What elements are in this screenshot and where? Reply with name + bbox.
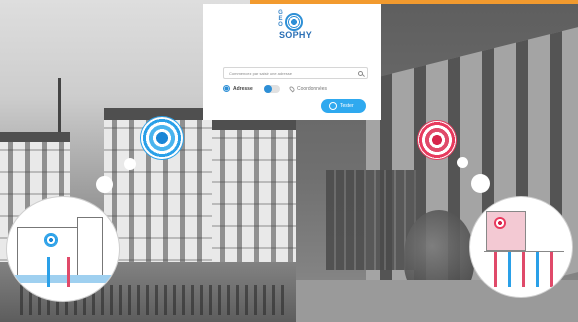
logo-wordmark: SOPHY [279,30,313,40]
building-sketch [486,211,526,251]
thought-bubble-dot [124,158,136,170]
thought-bubble-dot [471,174,490,193]
location-pin-icon [288,85,296,93]
thought-bubble-dot [457,157,468,168]
water-layer [7,275,119,283]
mode-toggle[interactable] [264,85,280,93]
geosophy-logo: G E O [277,10,309,46]
address-radio-label[interactable]: Adresse [233,86,253,92]
sketch-line [17,227,77,228]
red-target-small-icon [494,217,506,229]
target-logo-icon [285,13,303,31]
spire [58,78,61,138]
blue-pile [536,252,539,287]
sketch-line [77,217,78,277]
blue-target-small-icon [44,233,58,247]
red-pile [522,252,525,287]
sketch-line [77,217,102,218]
address-radio-button[interactable] [223,85,230,92]
search-card: G E O SOPHY Commencez par saisir une adr… [203,4,381,120]
blue-pile [508,252,511,287]
glass-facade [326,170,416,270]
red-pile [494,252,497,287]
test-button[interactable]: Tester [321,99,366,113]
blue-pile [47,257,50,287]
check-circle-icon [329,102,337,110]
blue-target-marker-icon [141,117,183,159]
address-search-input[interactable]: Commencez par saisir une adresse [223,67,368,79]
logo-letter: O [278,22,283,28]
thought-bubble-dot [96,176,113,193]
sketch-line [17,227,18,277]
foundation-illustration-right [469,196,573,298]
red-target-marker-icon [418,121,456,159]
red-pile [67,257,70,287]
search-placeholder: Commencez par saisir une adresse [229,71,292,76]
sketch-line [102,217,103,277]
coordinates-option-label[interactable]: Coordonnées [297,86,327,92]
roof [0,132,70,142]
red-pile [550,252,553,287]
search-icon[interactable] [358,71,363,76]
search-mode-selector: Adresse Coordonnées [223,84,373,94]
roof [212,120,296,130]
test-button-label: Tester [340,103,354,109]
building [212,128,296,266]
foundation-illustration-left [6,196,120,302]
toggle-knob [264,85,272,93]
logo-letters: G E O [277,10,284,28]
